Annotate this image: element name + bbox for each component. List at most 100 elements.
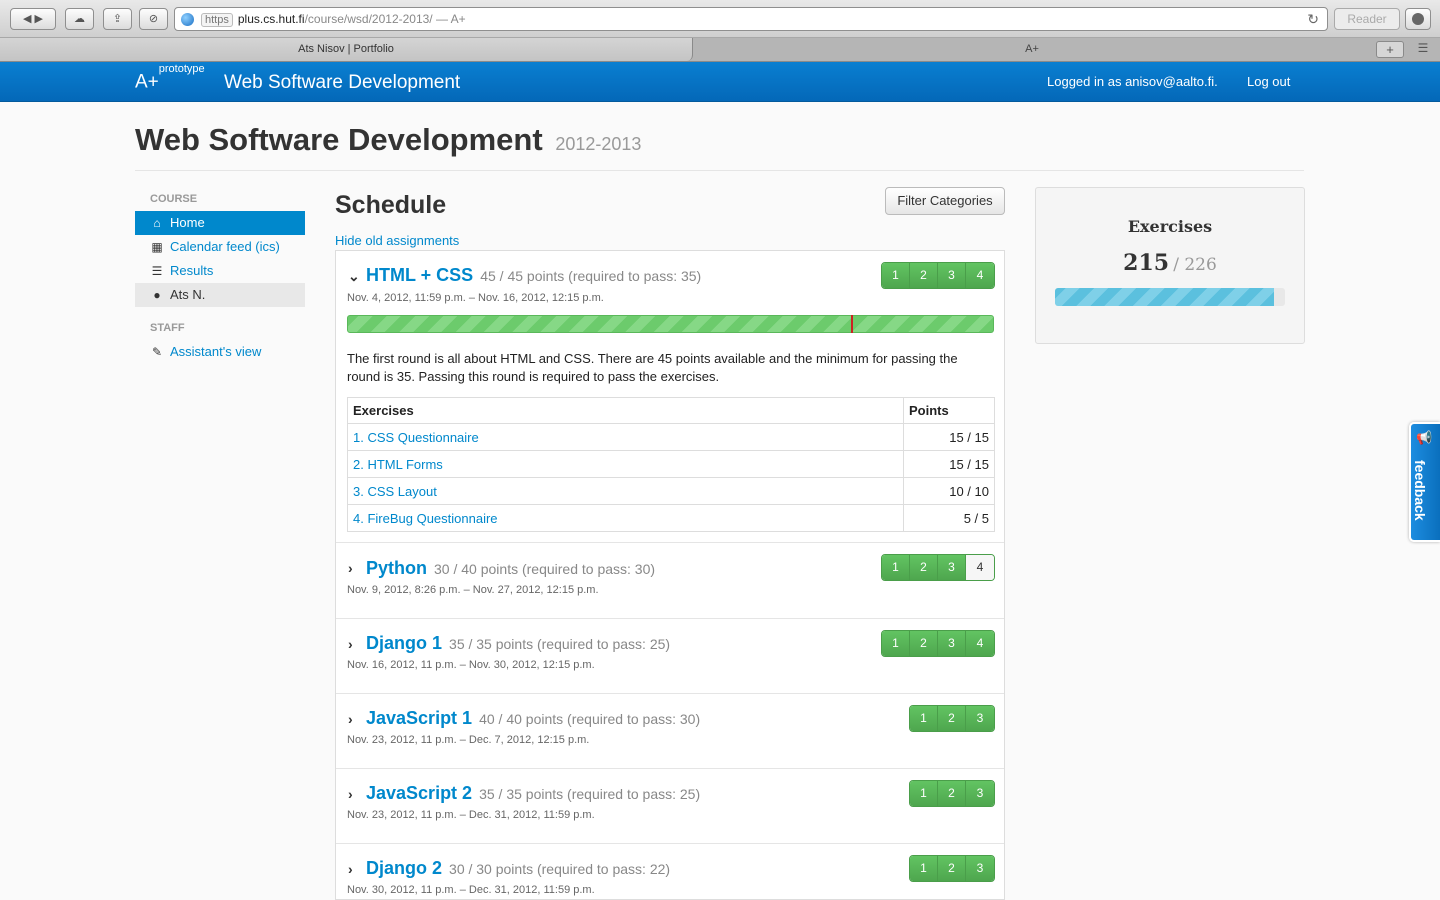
sidebar-item-assistant-view[interactable]: ✎ Assistant's view <box>135 340 305 364</box>
reader-button[interactable]: Reader <box>1334 8 1400 30</box>
filter-categories-button[interactable]: Filter Categories <box>885 187 1005 215</box>
chevron-right-icon[interactable]: › <box>348 861 353 877</box>
tab-list-icon[interactable]: ☰ <box>1410 41 1436 58</box>
exercises-table: Exercises Points 1. CSS Questionnaire 15 /… <box>347 397 995 532</box>
exercises-progress-fill <box>1055 288 1274 306</box>
megaphone-icon: 📢 <box>1416 430 1433 445</box>
exercise-badges: 1 2 3 <box>909 855 995 882</box>
exercise-points: 5 / 5 <box>903 504 995 532</box>
round-html-css: ⌄ HTML + CSS 45 / 45 points (required to… <box>336 251 1004 543</box>
exercises-score: 215 / 226 <box>1123 250 1217 276</box>
list-icon: ☰ <box>151 264 163 278</box>
logged-in-text: Logged in as anisov@aalto.fi. <box>1047 74 1218 89</box>
table-row: 4. FireBug Questionnaire 5 / 5 <box>347 504 995 532</box>
exercise-badge[interactable]: 2 <box>938 856 966 881</box>
round-title[interactable]: Python 30 / 40 points (required to pass:… <box>366 558 655 579</box>
sidebar-staff-header: STAFF <box>150 322 185 334</box>
round-title[interactable]: JavaScript 1 40 / 40 points (required to… <box>366 708 700 729</box>
browser-toolbar: ◀ ▶ ☁ ⇪ ⊘ https plus.cs.hut.fi/course/wsd… <box>0 0 1440 38</box>
navbar-course-name[interactable]: Web Software Development <box>224 72 460 94</box>
url-host: plus.cs.hut.fi <box>237 12 305 26</box>
exercise-badge[interactable]: 1 <box>910 856 938 881</box>
exercise-badge[interactable]: 2 <box>910 555 938 580</box>
back-forward-buttons[interactable]: ◀ ▶ <box>10 8 56 30</box>
tab-portfolio[interactable]: Ats Nisov | Portfolio <box>0 38 693 61</box>
round-title[interactable]: HTML + CSS 45 / 45 points (required to p… <box>366 265 701 286</box>
exercise-link[interactable]: 2. HTML Forms <box>353 457 443 472</box>
sidebar-course-header: COURSE <box>150 193 198 205</box>
exercise-badge[interactable]: 4 <box>966 631 994 656</box>
round-dates: Nov. 23, 2012, 11 p.m. – Dec. 31, 2012, … <box>347 809 595 821</box>
exercise-points: 15 / 15 <box>903 423 995 451</box>
extension-icon[interactable]: ⊘ <box>139 8 168 30</box>
round-description: The first round is all about HTML and CS… <box>347 351 958 384</box>
sidebar-item-user[interactable]: ● Ats N. <box>135 283 305 307</box>
chevron-right-icon[interactable]: › <box>348 636 353 652</box>
exercise-badges: 1 2 3 <box>909 705 995 732</box>
exercise-badge[interactable]: 3 <box>938 631 966 656</box>
exercise-link[interactable]: 4. FireBug Questionnaire <box>353 511 498 526</box>
sidebar-item-results[interactable]: ☰ Results <box>135 259 305 283</box>
col-points: Points <box>903 397 995 424</box>
round-javascript-1: › JavaScript 1 40 / 40 points (required … <box>336 694 1004 769</box>
round-javascript-2: › JavaScript 2 35 / 35 points (required … <box>336 769 1004 844</box>
user-icon: ● <box>153 288 161 302</box>
sidebar-item-calendar[interactable]: ▦ Calendar feed (ics) <box>135 235 305 259</box>
exercise-badges: 1 2 3 <box>909 780 995 807</box>
round-dates: Nov. 9, 2012, 8:26 p.m. – Nov. 27, 2012,… <box>347 584 599 596</box>
exercise-link[interactable]: 3. CSS Layout <box>353 484 437 499</box>
exercise-badge[interactable]: 4 <box>966 555 994 580</box>
downloads-icon[interactable] <box>1405 8 1431 30</box>
brand-logo[interactable]: A+prototype <box>135 63 205 93</box>
logout-link[interactable]: Log out <box>1247 74 1290 89</box>
exercise-badge[interactable]: 1 <box>882 555 910 580</box>
sidebar-item-home[interactable]: ⌂ Home <box>135 211 305 235</box>
exercise-badge[interactable]: 2 <box>938 781 966 806</box>
exercise-badges: 1 2 3 4 <box>881 262 995 289</box>
round-title[interactable]: Django 1 35 / 35 points (required to pas… <box>366 633 670 654</box>
exercise-badge[interactable]: 2 <box>938 706 966 731</box>
exercise-badge[interactable]: 3 <box>966 781 994 806</box>
exercise-badge[interactable]: 4 <box>966 263 994 288</box>
round-django-2: › Django 2 30 / 30 points (required to p… <box>336 844 1004 900</box>
round-title[interactable]: JavaScript 2 35 / 35 points (required to… <box>366 783 700 804</box>
exercise-badge[interactable]: 2 <box>910 631 938 656</box>
home-icon: ⌂ <box>153 216 161 230</box>
chevron-down-icon[interactable]: ⌄ <box>348 268 360 285</box>
hide-old-assignments-link[interactable]: Hide old assignments <box>335 233 459 248</box>
chevron-right-icon[interactable]: › <box>348 786 353 802</box>
feedback-tab[interactable]: 📢 feedback <box>1409 422 1440 542</box>
exercise-badge[interactable]: 3 <box>966 856 994 881</box>
reload-icon[interactable]: ↻ <box>1307 8 1319 30</box>
tab-aplus[interactable]: A+ <box>694 38 1370 61</box>
exercise-badge[interactable]: 1 <box>882 263 910 288</box>
table-row: 2. HTML Forms 15 / 15 <box>347 450 995 478</box>
exercise-badge[interactable]: 1 <box>910 706 938 731</box>
exercises-progress-bar <box>1055 288 1285 306</box>
exercise-badge[interactable]: 3 <box>938 555 966 580</box>
exercise-badge[interactable]: 3 <box>938 263 966 288</box>
exercise-badge[interactable]: 1 <box>882 631 910 656</box>
exercise-badge[interactable]: 1 <box>910 781 938 806</box>
exercise-points: 10 / 10 <box>903 477 995 505</box>
navbar: A+prototype Web Software Development Log… <box>0 62 1440 102</box>
schedule-title: Schedule <box>335 191 447 219</box>
share-icon[interactable]: ⇪ <box>103 8 132 30</box>
round-title[interactable]: Django 2 30 / 30 points (required to pas… <box>366 858 670 879</box>
chevron-right-icon[interactable]: › <box>348 560 353 576</box>
exercise-link[interactable]: 1. CSS Questionnaire <box>353 430 479 445</box>
globe-icon <box>181 13 194 26</box>
exercises-panel-title: Exercises <box>1127 217 1213 236</box>
icloud-icon[interactable]: ☁ <box>65 8 94 30</box>
address-bar[interactable]: https plus.cs.hut.fi/course/wsd/2012-2013… <box>174 7 1328 31</box>
exercise-badge[interactable]: 2 <box>910 263 938 288</box>
new-tab-icon[interactable]: + <box>1376 41 1404 58</box>
pencil-icon: ✎ <box>151 345 163 359</box>
exercises-summary-panel: Exercises 215 / 226 <box>1035 187 1305 344</box>
exercise-points: 15 / 15 <box>903 450 995 478</box>
url-path: /course/wsd/2012-2013/ <box>304 12 433 26</box>
chevron-right-icon[interactable]: › <box>348 711 353 727</box>
exercise-badge[interactable]: 3 <box>966 706 994 731</box>
round-django-1: › Django 1 35 / 35 points (required to p… <box>336 619 1004 694</box>
divider <box>135 170 1304 171</box>
